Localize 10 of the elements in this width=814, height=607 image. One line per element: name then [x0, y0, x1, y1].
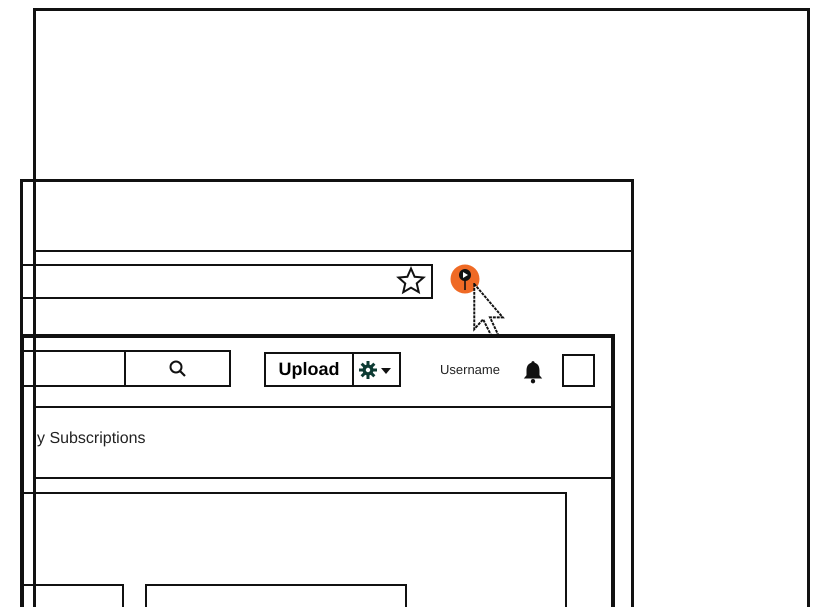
bookmark-star-icon[interactable]: [396, 266, 426, 296]
avatar-placeholder[interactable]: [562, 354, 595, 387]
upload-button[interactable]: Upload: [264, 352, 354, 387]
nav-item[interactable]: y Subscriptions: [37, 430, 146, 448]
search-button[interactable]: [124, 350, 231, 387]
address-bar[interactable]: [20, 264, 433, 299]
flag-pin-icon[interactable]: [450, 264, 480, 294]
search-icon: [168, 358, 188, 378]
settings-dropdown[interactable]: [352, 352, 401, 387]
username-label[interactable]: Username: [440, 362, 500, 377]
